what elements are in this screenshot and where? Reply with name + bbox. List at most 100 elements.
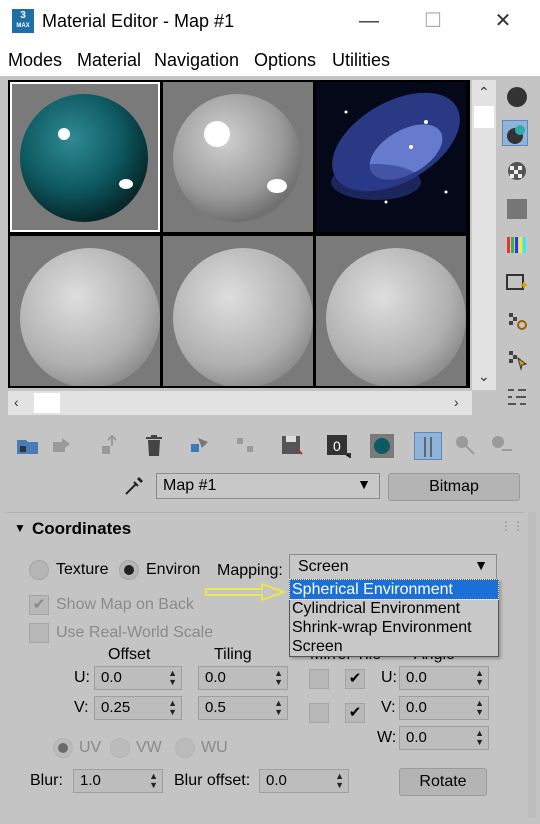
rotate-button[interactable]: Rotate <box>399 768 487 796</box>
angle-v-spinner[interactable]: 0.0 ▲ ▼ <box>399 696 489 720</box>
environ-radio[interactable] <box>119 560 139 580</box>
menu-modes[interactable]: Modes <box>8 50 62 71</box>
offset-u-spinner[interactable]: 0.0 ▲ ▼ <box>94 666 182 690</box>
sample-slot-4[interactable] <box>10 236 160 386</box>
menu-navigation[interactable]: Navigation <box>154 50 239 71</box>
scroll-down-icon[interactable]: ⌄ <box>478 368 490 385</box>
backlight-icon[interactable] <box>502 120 528 146</box>
map-type-button[interactable]: Bitmap <box>388 473 520 501</box>
go-forward-sibling-icon[interactable] <box>488 432 516 460</box>
scroll-up-icon[interactable]: ⌃ <box>478 84 490 101</box>
pick-material-eyedropper-icon[interactable] <box>122 474 146 498</box>
uv-label: UV <box>79 739 102 756</box>
rollout-title[interactable]: Coordinates <box>32 519 131 539</box>
rollout-scrollbar[interactable] <box>528 512 536 818</box>
mapping-dropdown[interactable]: Screen ▼ <box>289 554 497 580</box>
tiling-v-spinner[interactable]: 0.5 ▲ ▼ <box>198 696 288 720</box>
spinner-arrows-icon[interactable]: ▲ ▼ <box>274 699 283 717</box>
go-to-parent-icon[interactable] <box>452 432 480 460</box>
blur-spinner[interactable]: 1.0 ▲ ▼ <box>73 769 163 793</box>
spinner-arrows-icon[interactable]: ▲ ▼ <box>168 699 177 717</box>
show-end-result-icon[interactable] <box>414 432 442 460</box>
material-editor-window: 3 MAX Material Editor - Map #1 — ☐ ✕ Mode… <box>0 0 540 824</box>
make-unique-icon[interactable] <box>186 432 214 460</box>
sample-slot-6[interactable] <box>316 236 466 386</box>
menu-options[interactable]: Options <box>254 50 316 71</box>
spinner-arrows-icon[interactable]: ▲ ▼ <box>274 669 283 687</box>
menu-utilities[interactable]: Utilities <box>332 50 390 71</box>
select-by-material-icon[interactable] <box>504 346 530 372</box>
minimize-button[interactable]: — <box>354 8 384 36</box>
scroll-thumb[interactable] <box>474 106 494 128</box>
menu-bar: Modes Material Navigation Options Utilit… <box>0 44 540 76</box>
mirror-v-checkbox[interactable] <box>309 703 329 723</box>
collapse-icon[interactable]: ▼ <box>14 521 26 535</box>
slots-horizontal-scrollbar[interactable]: ‹ › <box>8 391 472 415</box>
tile-u-checkbox[interactable]: ✔ <box>345 669 365 689</box>
real-world-scale-label: Use Real-World Scale <box>56 624 214 641</box>
get-material-icon[interactable] <box>14 432 42 460</box>
background-icon[interactable] <box>504 158 530 184</box>
mirror-u-checkbox[interactable] <box>309 669 329 689</box>
tiling-v-value: 0.5 <box>205 699 226 716</box>
close-button[interactable]: ✕ <box>488 8 518 36</box>
app-logo-text: MAX <box>16 23 30 29</box>
options-icon[interactable] <box>504 308 530 334</box>
sample-uv-tiling-icon[interactable] <box>504 196 530 222</box>
show-shaded-material-icon[interactable] <box>368 432 396 460</box>
spinner-arrows-icon[interactable]: ▲ ▼ <box>475 729 484 747</box>
angle-u-label: U: <box>381 669 397 686</box>
spinner-arrows-icon[interactable]: ▲ ▼ <box>149 772 158 790</box>
map-name-value: Map #1 <box>163 477 217 494</box>
scroll-thumb-h[interactable] <box>34 393 60 413</box>
offset-v-label: V: <box>74 699 89 716</box>
offset-v-spinner[interactable]: 0.25 ▲ ▼ <box>94 696 182 720</box>
sample-slot-1[interactable] <box>10 82 160 232</box>
scroll-left-icon[interactable]: ‹ <box>14 394 19 410</box>
put-to-library-icon[interactable] <box>232 432 260 460</box>
tiling-u-spinner[interactable]: 0.0 ▲ ▼ <box>198 666 288 690</box>
map-name-dropdown[interactable]: Map #1 ▼ <box>156 473 380 499</box>
blur-offset-spinner[interactable]: 0.0 ▲ ▼ <box>259 769 349 793</box>
option-spherical-environment[interactable]: Spherical Environment <box>289 579 499 600</box>
put-material-icon[interactable] <box>48 432 76 460</box>
assign-material-icon[interactable] <box>96 432 124 460</box>
sample-slot-2[interactable] <box>163 82 313 232</box>
sample-slots-grid <box>8 80 470 388</box>
wu-radio[interactable] <box>175 738 195 758</box>
reset-map-icon[interactable] <box>140 432 168 460</box>
offset-label: Offset <box>108 646 151 663</box>
svg-text:0: 0 <box>333 438 341 454</box>
save-icon[interactable] <box>278 432 306 460</box>
spinner-arrows-icon[interactable]: ▲ ▼ <box>475 669 484 687</box>
material-map-navigator-icon[interactable] <box>504 384 530 410</box>
window-title: Material Editor - Map #1 <box>42 11 235 31</box>
app-logo-icon: 3 MAX <box>12 9 34 33</box>
scroll-right-icon[interactable]: › <box>454 394 459 410</box>
menu-material[interactable]: Material <box>77 50 141 71</box>
spinner-arrows-icon[interactable]: ▲ ▼ <box>335 772 344 790</box>
real-world-scale-checkbox[interactable] <box>29 623 49 643</box>
tile-v-checkbox[interactable]: ✔ <box>345 703 365 723</box>
show-map-on-back-checkbox[interactable]: ✔ <box>29 595 49 615</box>
sample-slot-5[interactable] <box>163 236 313 386</box>
angle-w-spinner[interactable]: 0.0 ▲ ▼ <box>399 726 489 750</box>
sample-type-icon[interactable] <box>504 84 530 110</box>
option-cylindrical-environment[interactable]: Cylindrical Environment <box>290 599 498 618</box>
slots-vertical-scrollbar[interactable]: ⌃ ⌄ <box>472 80 496 390</box>
make-preview-icon[interactable] <box>504 270 530 296</box>
vw-radio[interactable] <box>110 738 130 758</box>
material-id-channel-icon[interactable]: 0 <box>324 432 352 460</box>
sample-slot-3[interactable] <box>316 82 466 232</box>
angle-u-spinner[interactable]: 0.0 ▲ ▼ <box>399 666 489 690</box>
grip-icon[interactable]: ⋮⋮ <box>500 519 524 533</box>
blur-label: Blur: <box>30 772 63 789</box>
texture-radio[interactable] <box>29 560 49 580</box>
spinner-arrows-icon[interactable]: ▲ ▼ <box>168 669 177 687</box>
video-color-check-icon[interactable] <box>504 232 530 258</box>
uv-radio[interactable] <box>53 738 73 758</box>
option-screen[interactable]: Screen <box>290 637 498 655</box>
spinner-arrows-icon[interactable]: ▲ ▼ <box>475 699 484 717</box>
maximize-button[interactable]: ☐ <box>418 8 448 36</box>
option-shrink-wrap-environment[interactable]: Shrink-wrap Environment <box>290 618 498 637</box>
